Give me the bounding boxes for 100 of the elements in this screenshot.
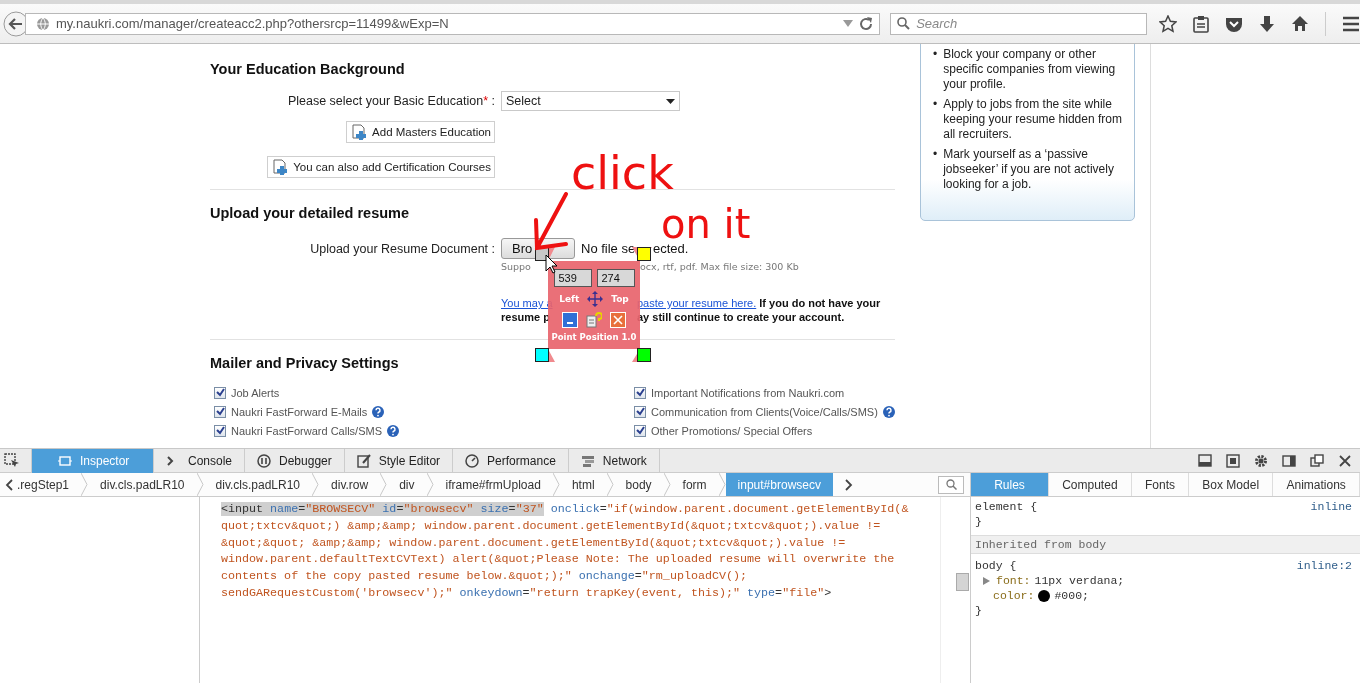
pocket-icon[interactable]: [1225, 15, 1243, 32]
devtools-tab[interactable]: Style Editor: [344, 448, 454, 473]
benefit-item: Mark yourself as a ‘passive jobseeker’ if you are not actively looking for a job.: [943, 147, 1115, 192]
responsive-icon[interactable]: [1226, 453, 1240, 468]
star-icon[interactable]: [1159, 14, 1177, 33]
move-icon[interactable]: [587, 291, 604, 307]
markup-line: quot;txtcv&quot;) &amp;&amp; window.parent.document.getElementById(&quot;txtcv&quot;).value !=: [221, 517, 882, 535]
property-name: font:: [996, 573, 1031, 588]
undock-icon[interactable]: [1310, 453, 1324, 468]
help-document-icon[interactable]: [586, 312, 602, 328]
rule-selector: body {: [975, 558, 1017, 573]
search-input[interactable]: Search: [916, 16, 1137, 31]
settings-icon[interactable]: [1254, 453, 1268, 468]
split-console-icon[interactable]: [1198, 453, 1212, 468]
checkbox-label: Important Notifications from Naukri.com: [651, 386, 845, 399]
sidebar-tab[interactable]: Animations: [1273, 473, 1360, 496]
breadcrumb[interactable]: div.cls.padLR10: [88, 473, 197, 496]
url-field[interactable]: my.naukri.com/manager/createacc2.php?othersrcp=11499&wExp=N: [25, 12, 881, 35]
breadcrumb[interactable]: .regStep1: [15, 473, 82, 496]
breadcrumb[interactable]: form: [670, 473, 719, 496]
breadcrumb[interactable]: div: [387, 473, 427, 496]
chevron-left-icon[interactable]: [5, 478, 15, 491]
minimize-icon[interactable]: [562, 312, 578, 328]
devtools-tab[interactable]: Network: [568, 448, 660, 473]
checkbox-label: Communication from Clients(Voice/Calls/SMS): [651, 405, 878, 418]
property-value: #000;: [1054, 588, 1089, 603]
note-text: If you do not have your: [759, 297, 881, 309]
rule-close: }: [975, 603, 982, 618]
network-icon: [580, 453, 595, 468]
globe-icon: [36, 16, 50, 31]
bullet: •: [933, 147, 938, 163]
breadcrumb[interactable]: html: [559, 473, 607, 496]
corner-handle[interactable]: [637, 247, 651, 261]
property-name: color:: [993, 588, 1035, 603]
rule-selector: element {: [975, 499, 1038, 514]
dock-side-icon[interactable]: [1282, 453, 1296, 468]
section-heading: Your Education Background: [210, 60, 406, 78]
chevron-right-icon[interactable]: [843, 478, 853, 491]
widget-title: Point Position 1.0: [551, 332, 637, 342]
markup-line: sendGARequestCustom('browsecv');" onkeydown="return trapKey(event, this);" type="file">: [221, 585, 833, 602]
devtools-tab[interactable]: Console: [154, 448, 246, 473]
home-icon[interactable]: [1291, 15, 1309, 32]
property-value: 11px verdana;: [1034, 573, 1125, 588]
left-field[interactable]: 539: [553, 269, 592, 287]
source-link[interactable]: inline:2: [1296, 558, 1352, 573]
top-field[interactable]: 274: [596, 269, 635, 287]
benefit-item: Block your company or other specific companies from viewing your profile.: [943, 47, 1117, 92]
menu-icon[interactable]: [1342, 15, 1360, 32]
handwritten-note: on it: [661, 204, 751, 244]
source-link[interactable]: inline: [1310, 499, 1352, 514]
pencil-icon: [356, 453, 371, 468]
pause-icon: [257, 453, 272, 468]
benefit-item: Apply to jobs from the site while keeping your resume hidden from all recruiters.: [943, 97, 1123, 142]
sidebar-tab[interactable]: Computed: [1049, 473, 1132, 496]
add-button[interactable]: You can also add Certification Courses: [267, 156, 495, 178]
devtools-tab[interactable]: Performance: [453, 448, 569, 473]
close-icon[interactable]: [1338, 453, 1352, 468]
section-heading: Upload your detailed resume: [210, 204, 411, 222]
checkbox[interactable]: [214, 424, 226, 437]
gauge-icon: [465, 453, 480, 468]
checkbox-label: Job Alerts: [231, 386, 280, 399]
reading-list-icon[interactable]: [1193, 14, 1209, 33]
add-button[interactable]: Add Masters Education: [346, 121, 495, 143]
element-picker-icon[interactable]: [4, 452, 20, 469]
search-icon: [945, 479, 957, 490]
field-label: Upload your Resume Document :: [310, 241, 495, 256]
breadcrumb[interactable]: div.row: [319, 473, 381, 496]
expand-triangle-icon[interactable]: [983, 576, 990, 585]
checkbox[interactable]: [214, 405, 226, 418]
left-label: Left: [559, 294, 580, 304]
corner-handle[interactable]: [535, 348, 549, 362]
corner-handle[interactable]: [637, 348, 651, 362]
search-field[interactable]: [938, 475, 964, 494]
checkbox[interactable]: [214, 386, 226, 399]
scrollbar-thumb[interactable]: [956, 573, 969, 591]
caret-icon: [666, 98, 675, 104]
markup-line: contents of the copy pasted resume below.&quot;);" onchange="rm_uploadCV();: [221, 568, 749, 585]
reload-icon[interactable]: [859, 16, 874, 31]
checkbox[interactable]: [634, 424, 646, 437]
handwritten-note: click: [571, 150, 674, 196]
sidebar-tab[interactable]: Fonts: [1131, 473, 1190, 496]
breadcrumb[interactable]: div.cls.padLR10: [203, 473, 313, 496]
add-document-icon: [272, 159, 289, 175]
devtools-tab[interactable]: Debugger: [245, 448, 345, 473]
breadcrumb[interactable]: iframe#frmUpload: [433, 473, 553, 496]
markup-line: &quot;&quot; &amp;&amp; window.parent.document.getElementById(&quot;txtcv&quot;).value !=: [221, 534, 847, 552]
checkbox[interactable]: [634, 405, 646, 418]
checkbox[interactable]: [634, 386, 646, 399]
search-field[interactable]: Search: [890, 12, 1147, 35]
breadcrumb[interactable]: body: [613, 473, 664, 496]
dropdown-icon[interactable]: [843, 19, 854, 28]
download-icon[interactable]: [1259, 14, 1275, 33]
bullet: •: [933, 47, 938, 63]
add-document-icon: [351, 124, 368, 140]
top-label: Top: [611, 294, 629, 304]
markup-line: window.parent.defaultTextCVText) alert(&quot;Please Note: The uploaded resume will overwrite the: [221, 551, 896, 569]
inspector-icon: [58, 453, 72, 468]
education-select[interactable]: Select: [501, 91, 680, 111]
color-swatch[interactable]: [1038, 589, 1051, 602]
sidebar-tab[interactable]: Box Model: [1189, 473, 1274, 496]
